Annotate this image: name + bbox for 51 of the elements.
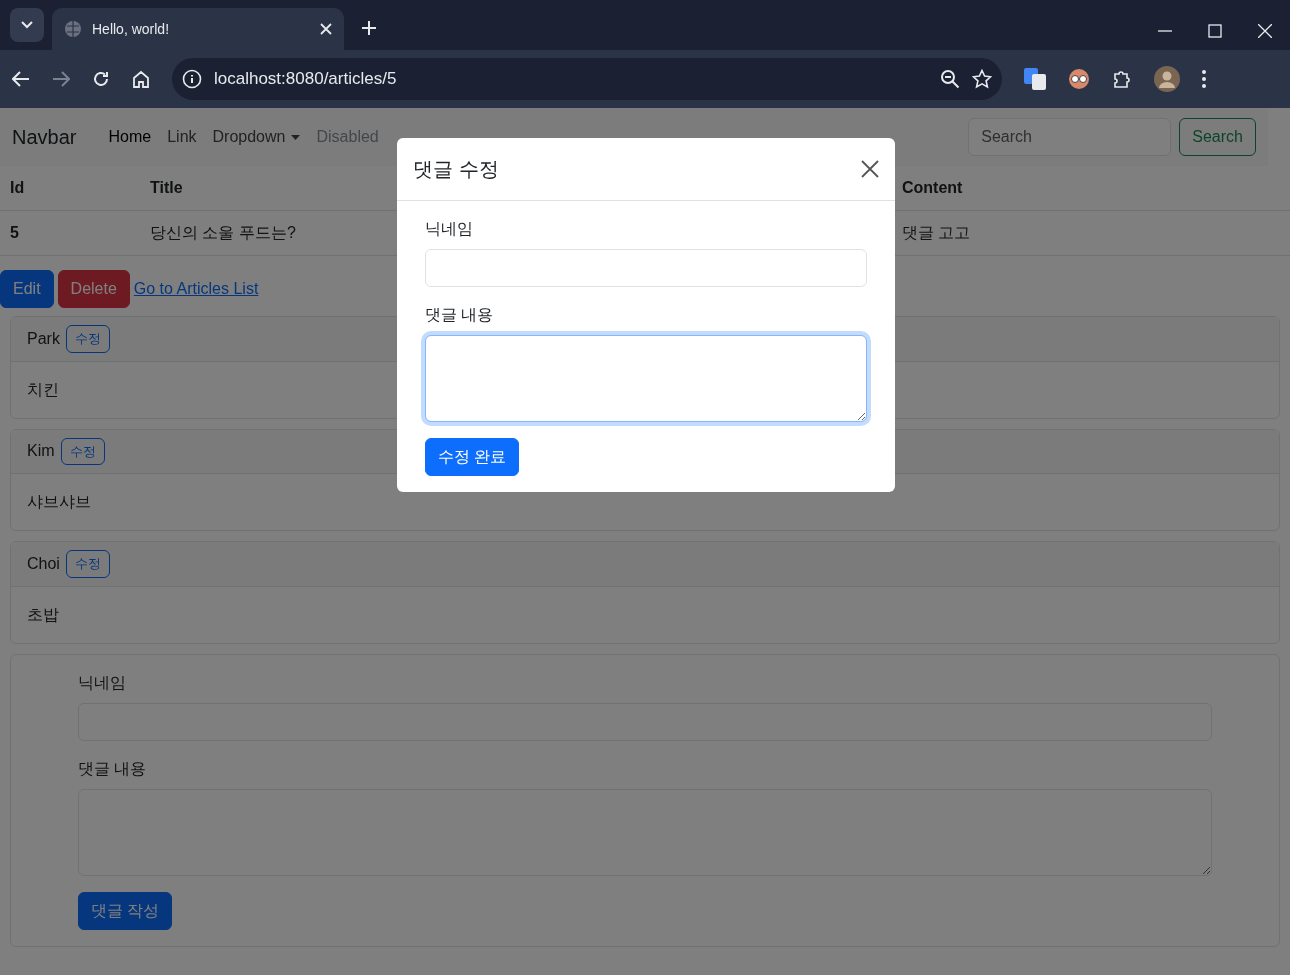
globe-icon (64, 20, 82, 38)
comment-author: Park (27, 328, 60, 349)
new-tab-icon[interactable] (362, 21, 376, 35)
reload-icon[interactable] (92, 70, 110, 88)
field-label: 댓글 내용 (78, 758, 147, 779)
articles-list-link[interactable]: Go to Articles List (133, 277, 259, 301)
nav-link[interactable]: Link (159, 125, 205, 149)
tab-title: Hello, world! (92, 19, 171, 39)
nav-link[interactable]: Home (100, 125, 160, 149)
zoom-icon[interactable] (940, 69, 960, 89)
chevron-down-icon (21, 21, 33, 29)
close-icon[interactable] (861, 160, 879, 178)
search-field[interactable]: Search (968, 118, 1172, 156)
edit-button[interactable]: Edit (0, 270, 54, 308)
comment-author: Choi (27, 553, 60, 574)
avatar-icon[interactable] (1154, 66, 1180, 92)
star-icon[interactable] (972, 69, 992, 89)
info-icon[interactable] (182, 69, 202, 89)
forward-icon[interactable] (52, 71, 70, 87)
url-text: localhost:8080/articles/5 (214, 68, 398, 91)
translate-icon[interactable] (1024, 68, 1046, 90)
dropdown-toggle-link[interactable]: Dropdown (204, 125, 309, 149)
nav-link: Disabled (315, 127, 380, 147)
extension-icon[interactable] (1068, 68, 1090, 90)
comment-text: 초밥 (27, 605, 59, 623)
field-label: 닉네임 (78, 672, 126, 693)
menu-icon[interactable] (1202, 70, 1206, 88)
search-button[interactable]: Search (1179, 118, 1256, 156)
maximize-icon[interactable] (1208, 24, 1222, 38)
comment-text: 치킨 (27, 380, 59, 398)
back-icon[interactable] (12, 71, 30, 87)
edit-button[interactable]: 수정 (65, 325, 110, 353)
browser-tab[interactable]: Hello, world! (52, 8, 344, 50)
comment-author: Kim (27, 441, 55, 462)
home-icon[interactable] (132, 70, 150, 88)
edit-button[interactable]: 수정 (60, 437, 105, 465)
delete-button[interactable]: Delete (57, 270, 130, 308)
submit-button[interactable]: 수정 완료 (425, 438, 520, 476)
comment-text: 샤브샤브 (27, 493, 91, 510)
edit-button[interactable]: 수정 (65, 550, 110, 578)
tab-search-button[interactable] (10, 8, 44, 42)
navbar-brand[interactable]: Navbar (12, 122, 77, 152)
input-field[interactable] (425, 249, 867, 287)
puzzle-icon[interactable] (1112, 69, 1132, 89)
column-header: Id (0, 166, 140, 211)
caret-icon (291, 134, 301, 140)
field-label: 닉네임 (425, 219, 473, 239)
field-label: 댓글 내용 (425, 305, 494, 325)
submit-button[interactable]: 댓글 작성 (78, 891, 173, 930)
address-bar[interactable]: localhost:8080/articles/5 (172, 58, 1002, 100)
table-cell: 5 (0, 210, 140, 256)
